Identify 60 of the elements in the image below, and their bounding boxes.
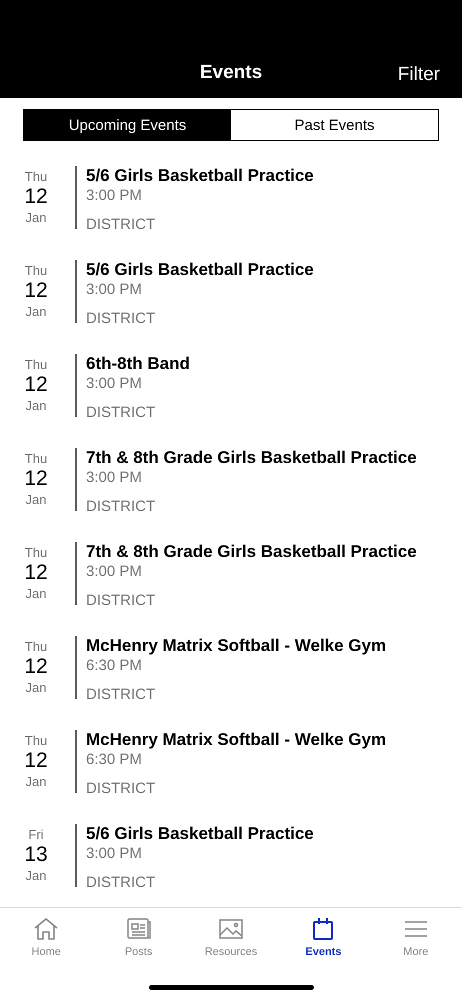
event-title: 5/6 Girls Basketball Practice xyxy=(86,260,314,280)
weekday-label: Thu xyxy=(24,169,48,184)
segment-tab[interactable]: Upcoming Events xyxy=(24,110,231,140)
event-title: McHenry Matrix Softball - Welke Gym xyxy=(86,636,386,656)
event-time: 3:00 PM xyxy=(86,375,143,392)
weekday-label: Thu xyxy=(24,733,48,748)
day-number: 12 xyxy=(24,560,48,586)
event-item[interactable]: McHenry Matrix Softball - Welke Gym 6:30 PM DISTRICT xyxy=(75,730,386,793)
event-time: 3:00 PM xyxy=(86,563,143,580)
event-time: 3:00 PM xyxy=(86,469,143,486)
event-title: 6th-8th Band xyxy=(86,354,190,374)
event-time: 3:00 PM xyxy=(86,187,143,204)
month-label: Jan xyxy=(26,774,46,789)
weekday-label: Thu xyxy=(24,451,48,466)
day-number: 12 xyxy=(24,748,48,774)
weekday-label: Fri xyxy=(28,827,44,842)
weekday-label: Thu xyxy=(24,357,48,372)
event-item[interactable]: 6th-8th Band 3:00 PM DISTRICT xyxy=(75,354,190,417)
home-icon xyxy=(33,917,60,941)
day-number: 12 xyxy=(24,654,48,680)
event-time: 6:30 PM xyxy=(86,751,143,768)
event-title: McHenry Matrix Softball - Welke Gym xyxy=(86,730,386,750)
tab-item[interactable]: Home xyxy=(0,908,92,958)
event-item[interactable]: 5/6 Girls Basketball Practice 3:00 PM DISTRICT xyxy=(75,824,314,887)
event-item[interactable]: 7th & 8th Grade Girls Basketball Practice 3:00 PM DISTRICT xyxy=(75,542,417,605)
event-item[interactable]: 7th & 8th Grade Girls Basketball Practice 3:00 PM DISTRICT xyxy=(75,448,417,511)
month-label: Jan xyxy=(26,586,46,601)
event-title: 5/6 Girls Basketball Practice xyxy=(86,166,314,186)
event-title: 7th & 8th Grade Girls Basketball Practice xyxy=(86,448,417,468)
day-number: 12 xyxy=(24,466,48,492)
weekday-label: Thu xyxy=(24,545,48,560)
tab-item[interactable]: Posts xyxy=(92,908,185,958)
event-item[interactable]: 5/6 Girls Basketball Practice 3:00 PM DISTRICT xyxy=(75,260,314,323)
tab-item[interactable]: More xyxy=(370,908,462,958)
newspaper-icon xyxy=(126,917,151,941)
day-number: 12 xyxy=(24,372,48,398)
month-label: Jan xyxy=(26,492,46,507)
weekday-label: Thu xyxy=(24,263,48,278)
weekday-label: Thu xyxy=(24,639,48,654)
event-time: 3:00 PM xyxy=(86,281,143,298)
day-number: 12 xyxy=(24,278,48,304)
event-title: 5/6 Girls Basketball Practice xyxy=(86,824,314,844)
filter-button[interactable]: Filter xyxy=(398,64,440,86)
calendar-icon xyxy=(312,917,334,941)
event-title: 7th & 8th Grade Girls Basketball Practice xyxy=(86,542,417,562)
month-label: Jan xyxy=(26,868,46,883)
day-number: 13 xyxy=(24,842,48,868)
month-label: Jan xyxy=(26,304,46,319)
event-item[interactable]: 5/6 Girls Basketball Practice 3:00 PM DISTRICT xyxy=(75,166,314,229)
month-label: Jan xyxy=(26,210,46,225)
month-label: Jan xyxy=(26,398,46,413)
image-icon xyxy=(219,917,244,941)
screen-title: Events xyxy=(200,62,262,84)
event-time: 6:30 PM xyxy=(86,657,143,674)
month-label: Jan xyxy=(26,680,46,695)
event-time: 3:00 PM xyxy=(86,845,143,862)
tab-item[interactable]: Events xyxy=(277,908,370,958)
day-number: 12 xyxy=(24,184,48,210)
tab-item[interactable]: Resources xyxy=(184,908,278,958)
event-item[interactable]: McHenry Matrix Softball - Welke Gym 6:30 PM DISTRICT xyxy=(75,636,386,699)
